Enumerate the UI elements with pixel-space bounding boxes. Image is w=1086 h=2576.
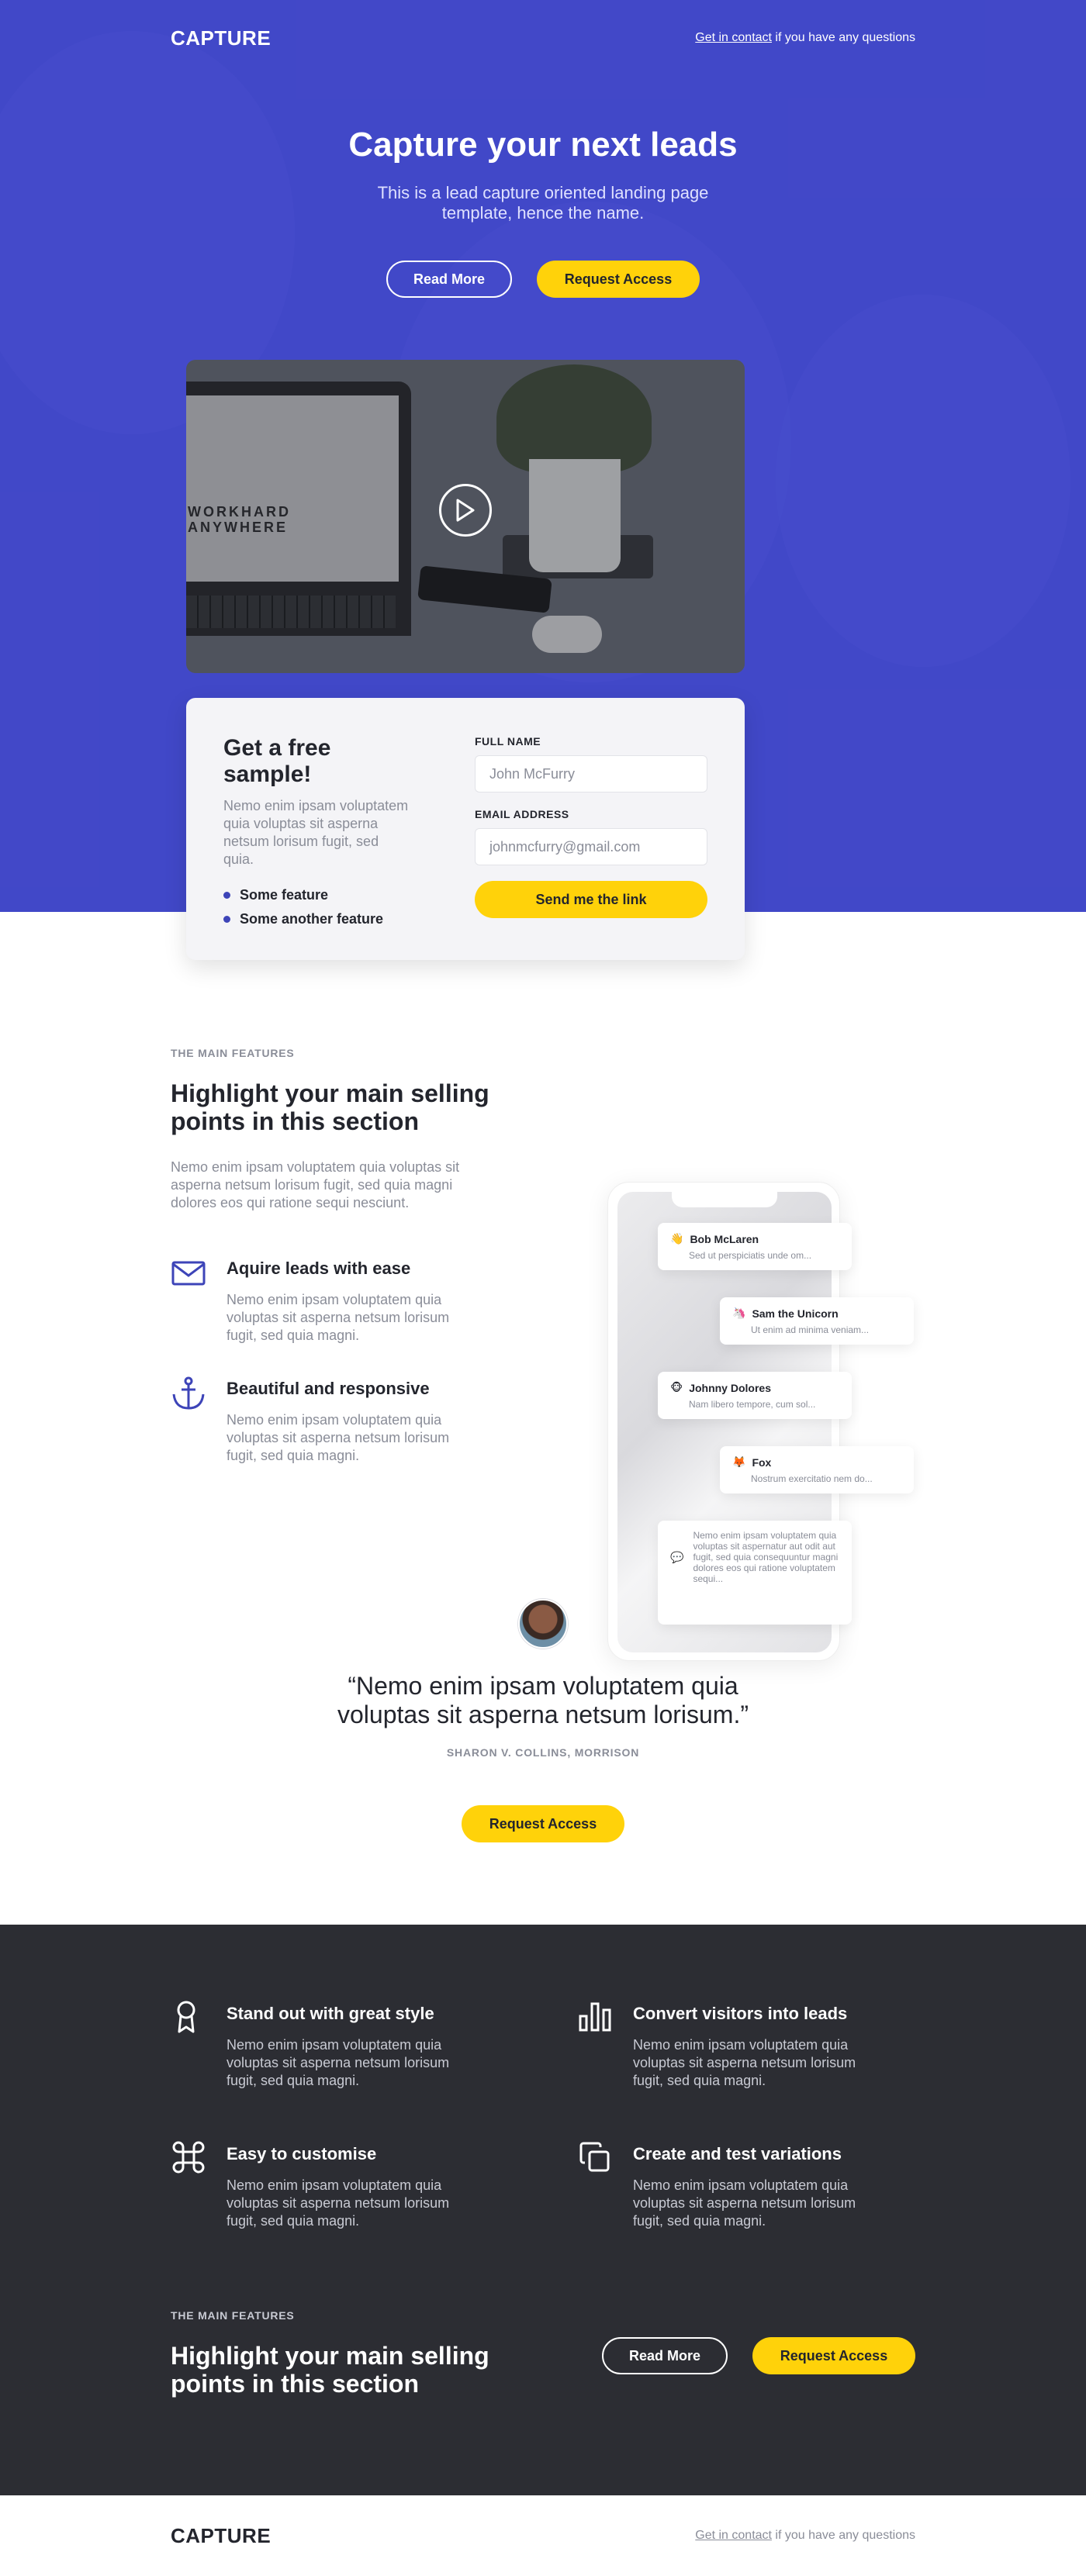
testimonial-author: SHARON V. COLLINS, MORRISON xyxy=(446,1746,640,1759)
envelope-icon xyxy=(171,1255,206,1291)
read-more-button[interactable]: Read More xyxy=(602,2337,728,2374)
read-more-button[interactable]: Read More xyxy=(386,261,512,298)
dark-overline: THE MAIN FEATURES xyxy=(171,2309,295,2322)
dark-feature-item: Convert visitors into leads Nemo enim ips… xyxy=(577,1999,915,2090)
email-input[interactable]: johnmcfurry@gmail.com xyxy=(475,828,707,865)
chat-bubble: 🦄 Sam the Unicorn Ut enim ad minima venia… xyxy=(720,1297,914,1345)
footer-logo[interactable]: CAPTURE xyxy=(171,2524,271,2548)
copy-icon xyxy=(577,2139,613,2175)
contact-note-text: if you have any questions xyxy=(771,31,915,44)
dark-feature-text: Nemo enim ipsam voluptatem quia voluptas… xyxy=(633,2037,856,2088)
dark-feature-text: Nemo enim ipsam voluptatem quia voluptas… xyxy=(227,2177,450,2229)
feature-bullet: Some another feature xyxy=(223,911,411,927)
award-icon xyxy=(171,1999,206,2035)
feature-bullet: Some feature xyxy=(223,887,411,903)
dark-feature-title: Convert visitors into leads xyxy=(633,2004,848,2023)
dark-feature-item: Easy to customise Nemo enim ipsam volupta… xyxy=(171,2139,577,2230)
dark-title: Highlight your main selling points in th… xyxy=(171,2342,489,2398)
hero-buttons: Read More Request Access xyxy=(171,261,915,298)
features-overline: THE MAIN FEATURES xyxy=(171,1047,295,1059)
footer-contact-link[interactable]: Get in contact xyxy=(695,2529,772,2542)
contact-note: Get in contact if you have any questions xyxy=(695,31,915,45)
anchor-icon xyxy=(171,1376,206,1411)
testimonial: “Nemo enim ipsam voluptatem quia volupta… xyxy=(0,1599,1086,1842)
play-icon[interactable] xyxy=(439,484,492,537)
chat-bubble: 👋 Bob McLaren Sed ut perspiciatis unde om… xyxy=(658,1223,852,1270)
feature-title: Aquire leads with ease xyxy=(227,1259,411,1278)
request-access-button[interactable]: Request Access xyxy=(462,1805,624,1842)
hero-title: Capture your next leads xyxy=(348,126,738,164)
dark-feature-title: Stand out with great style xyxy=(227,2004,434,2023)
sample-title: Get a free sample! xyxy=(223,735,331,787)
contact-link[interactable]: Get in contact xyxy=(695,31,772,44)
free-sample-card: Get a free sample! Nemo enim ipsam volup… xyxy=(186,698,745,960)
bar-chart-icon xyxy=(577,1999,613,2035)
hero-subtitle: This is a lead capture oriented landing … xyxy=(377,183,709,223)
send-link-button[interactable]: Send me the link xyxy=(475,881,707,918)
avatar xyxy=(518,1599,568,1649)
dark-feature-title: Create and test variations xyxy=(633,2144,842,2163)
footer-contact-note: Get in contact if you have any questions xyxy=(695,2529,915,2543)
dark-feature-title: Easy to customise xyxy=(227,2144,377,2163)
dark-cta: THE MAIN FEATURES Highlight your main se… xyxy=(171,2309,915,2398)
chat-bubble: 🦊 Fox Nostrum exercitatio nem do... xyxy=(720,1446,914,1493)
feature-title: Beautiful and responsive xyxy=(227,1379,430,1398)
video-thumbnail[interactable]: WORKHARD ANYWHERE xyxy=(186,360,745,673)
request-access-button[interactable]: Request Access xyxy=(752,2337,915,2374)
full-name-input[interactable]: John McFurry xyxy=(475,755,707,792)
dark-features-section: Stand out with great style Nemo enim ipsa… xyxy=(0,1925,1086,2495)
footer-contact-text: if you have any questions xyxy=(771,2529,915,2542)
footer: CAPTURE Get in contact if you have any q… xyxy=(0,2495,1086,2576)
features-lead: Nemo enim ipsam voluptatem quia voluptas… xyxy=(171,1159,460,1210)
feature-text: Nemo enim ipsam voluptatem quia voluptas… xyxy=(227,1292,450,1343)
chat-bubble: 🐵 Johnny Dolores Nam libero tempore, cum … xyxy=(658,1372,852,1419)
email-label: EMAIL ADDRESS xyxy=(475,808,569,820)
features-title: Highlight your main selling points in th… xyxy=(171,1079,489,1135)
dark-feature-item: Stand out with great style Nemo enim ipsa… xyxy=(171,1999,577,2090)
phone-mockup: 👋 Bob McLaren Sed ut perspiciatis unde om… xyxy=(607,1182,914,1661)
testimonial-quote: “Nemo enim ipsam voluptatem quia volupta… xyxy=(337,1672,749,1728)
top-navbar: CAPTURE Get in contact if you have any q… xyxy=(171,0,915,76)
feature-text: Nemo enim ipsam voluptatem quia voluptas… xyxy=(227,1412,450,1463)
request-access-button[interactable]: Request Access xyxy=(537,261,700,298)
dark-feature-item: Create and test variations Nemo enim ipsa… xyxy=(577,2139,915,2230)
sample-form: FULL NAME John McFurry EMAIL ADDRESS joh… xyxy=(475,735,707,923)
full-name-label: FULL NAME xyxy=(475,735,541,748)
brand-logo[interactable]: CAPTURE xyxy=(171,26,271,50)
dark-feature-text: Nemo enim ipsam voluptatem quia voluptas… xyxy=(227,2037,450,2088)
command-icon xyxy=(171,2139,206,2175)
sample-text: Nemo enim ipsam voluptatem quia voluptas… xyxy=(223,798,409,867)
dark-feature-text: Nemo enim ipsam voluptatem quia voluptas… xyxy=(633,2177,856,2229)
